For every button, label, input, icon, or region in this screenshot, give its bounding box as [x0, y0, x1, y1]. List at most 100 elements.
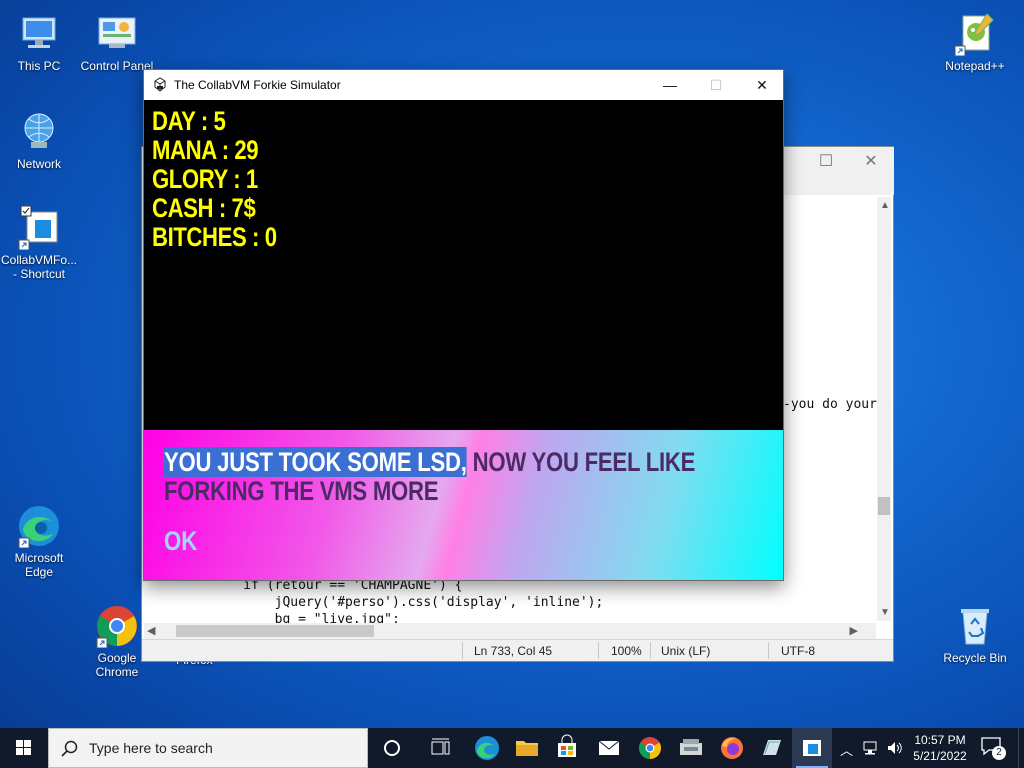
status-separator [462, 642, 463, 659]
desktop-icon-this-pc[interactable]: This PC [0, 12, 79, 73]
chrome-icon [95, 604, 139, 649]
stat-bitches: BITCHES : 0 [152, 222, 277, 252]
desktop-icon-collabvm-shortcut[interactable]: CollabVMFo... - Shortcut [0, 205, 79, 281]
desktop-icon-label: Notepad++ [945, 59, 1005, 73]
close-icon: ✕ [756, 77, 768, 93]
desktop-icon-label: CollabVMFo... - Shortcut [0, 253, 78, 281]
status-zoom: 100% [611, 644, 642, 658]
show-hidden-icons-chevron-up-icon[interactable]: ︿ [840, 740, 853, 759]
windows-logo-icon [16, 740, 31, 755]
chrome-icon [639, 737, 661, 759]
taskbar-store[interactable] [547, 728, 587, 768]
task-view-button[interactable] [420, 728, 460, 768]
desktop-icon-label: This PC [17, 59, 61, 73]
status-eol: Unix (LF) [661, 644, 711, 658]
game-stats-area: DAY : 5 MANA : 29 GLORY : 1 CASH : 7$ BI… [144, 100, 783, 430]
scanner-app-icon [680, 739, 702, 755]
close-button[interactable]: ✕ [859, 151, 883, 171]
status-encoding: UTF-8 [781, 644, 815, 658]
maximize-icon: ☐ [709, 77, 723, 93]
code-text-fragment: -you do your [783, 397, 877, 412]
cortana-button[interactable] [372, 728, 412, 768]
desktop-icon-control-panel[interactable]: Control Panel [77, 12, 157, 73]
stat-day: DAY : 5 [152, 106, 226, 136]
close-icon: ✕ [864, 153, 878, 170]
status-bar: Ln 733, Col 45 100% Unix (LF) UTF-8 [142, 639, 893, 661]
code-line: jQuery('#perso').css('display', 'inline'… [212, 595, 604, 610]
scrollbar-thumb[interactable] [176, 625, 374, 637]
dialog-panel: YOU JUST TOOK SOME LSD, NOW YOU FEEL LIK… [144, 430, 783, 580]
window-title: The CollabVM Forkie Simulator [174, 78, 341, 92]
vertical-scrollbar[interactable]: ▲ ▼ [877, 197, 891, 621]
selected-text[interactable]: YOU JUST TOOK SOME LSD, [164, 447, 467, 477]
task-view-icon [431, 738, 450, 755]
taskbar-forkie-simulator[interactable] [792, 728, 832, 768]
forkie-simulator-window[interactable]: The CollabVM Forkie Simulator — ☐ ✕ DAY … [143, 69, 784, 581]
scroll-left-icon[interactable]: ◀ [147, 624, 155, 637]
edge-icon [17, 504, 61, 549]
status-separator [650, 642, 651, 659]
maximize-button[interactable]: ☐ [693, 70, 739, 100]
notepad-plus-plus-icon [953, 12, 997, 57]
taskbar-app-notes[interactable] [752, 728, 792, 768]
notes-app-icon [763, 740, 781, 755]
application-window-icon [17, 205, 61, 251]
taskbar-app-scanner[interactable] [671, 728, 711, 768]
dialog-message-line-1: YOU JUST TOOK SOME LSD, NOW YOU FEEL LIK… [164, 447, 695, 478]
scroll-up-icon[interactable]: ▲ [880, 200, 890, 211]
stat-mana: MANA : 29 [152, 135, 259, 165]
desktop-icon-label: Network [16, 157, 61, 171]
message-text: NOW YOU FEEL LIKE [466, 447, 696, 477]
taskbar-search-box[interactable]: Type here to search [48, 728, 368, 768]
taskbar-file-explorer[interactable] [507, 728, 547, 768]
control-panel-icon [95, 12, 139, 56]
cortana-circle-icon [384, 740, 400, 756]
network-icon[interactable] [862, 739, 880, 757]
minimize-button[interactable]: — [647, 70, 693, 100]
volume-icon[interactable] [886, 739, 904, 757]
status-separator [768, 642, 769, 659]
folder-icon [516, 741, 538, 756]
mail-icon [598, 740, 620, 755]
taskbar-chrome[interactable] [630, 728, 670, 768]
store-bag-icon [558, 734, 576, 757]
scrollbar-thumb[interactable] [878, 497, 890, 515]
scroll-down-icon[interactable]: ▼ [880, 607, 890, 618]
desktop-icon-network[interactable]: Network [0, 110, 79, 171]
application-window-icon [803, 740, 821, 756]
maximize-button[interactable]: ☐ [814, 151, 838, 171]
taskbar-mail[interactable] [589, 728, 629, 768]
taskbar-edge[interactable] [467, 728, 507, 768]
recycle-bin-icon [953, 604, 997, 648]
notification-center-button[interactable]: 2 [980, 736, 1008, 762]
firefox-icon [721, 737, 743, 759]
edge-icon [475, 736, 499, 760]
taskbar: Type here to search ︿ 10:57 PM 5/21/2022 [0, 728, 1024, 768]
app-icon [152, 77, 168, 93]
status-position: Ln 733, Col 45 [474, 644, 553, 658]
notification-count-badge: 2 [992, 746, 1006, 760]
network-icon [17, 110, 61, 154]
desktop-icon-notepad-plus-plus[interactable]: Notepad++ [935, 12, 1015, 73]
desktop-icon-recycle-bin[interactable]: Recycle Bin [935, 604, 1015, 665]
search-placeholder: Type here to search [89, 740, 213, 756]
clock-time: 10:57 PM [914, 733, 966, 747]
show-desktop-button[interactable] [1018, 728, 1024, 768]
clock-date: 5/21/2022 [913, 749, 967, 763]
taskbar-firefox[interactable] [712, 728, 752, 768]
minimize-icon: — [663, 77, 677, 93]
title-bar[interactable]: The CollabVM Forkie Simulator — ☐ ✕ [144, 70, 783, 100]
taskbar-clock[interactable]: 10:57 PM 5/21/2022 [910, 732, 970, 764]
horizontal-scrollbar[interactable]: ◀ ▶ [144, 623, 876, 639]
ok-button[interactable]: OK [164, 526, 197, 557]
scroll-right-icon[interactable]: ▶ [850, 624, 858, 637]
start-button[interactable] [0, 728, 48, 768]
status-separator [598, 642, 599, 659]
close-button[interactable]: ✕ [739, 70, 785, 100]
desktop-icon-label: Recycle Bin [943, 651, 1007, 665]
stat-glory: GLORY : 1 [152, 164, 258, 194]
maximize-icon: ☐ [818, 153, 834, 170]
desktop-icon-microsoft-edge[interactable]: Microsoft Edge [0, 504, 79, 579]
stat-cash: CASH : 7$ [152, 193, 256, 223]
computer-icon [17, 12, 61, 56]
